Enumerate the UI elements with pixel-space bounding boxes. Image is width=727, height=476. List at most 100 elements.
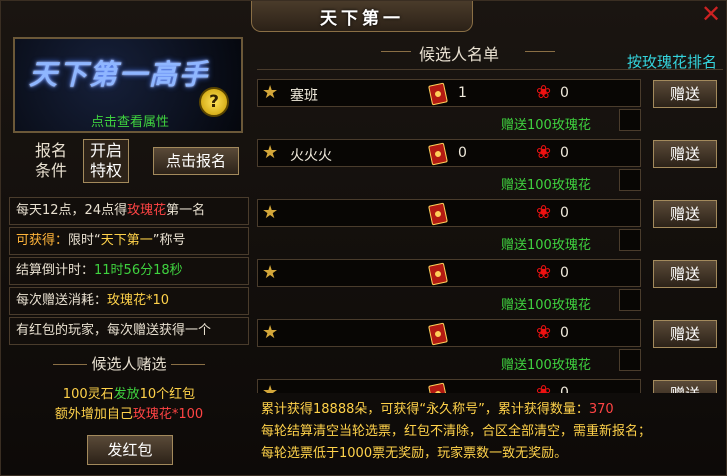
- title-bar: 天下第一: [251, 1, 473, 32]
- gift-button[interactable]: 赠送: [653, 260, 717, 288]
- rules-footer: 累计获得18888朵，可获得“永久称号”，累计获得数量：370 每轮结算清空当轮…: [255, 399, 725, 471]
- accumulated-count: 370: [588, 402, 614, 417]
- rose-count: 0: [560, 265, 569, 281]
- candidate-name-box: ★ 火火火 0 ❀ 0: [257, 139, 641, 167]
- gift-100-roses-checkbox[interactable]: [619, 289, 641, 311]
- gift-button[interactable]: 赠送: [653, 200, 717, 228]
- bet-bonus: 玫瑰花*100: [132, 407, 204, 422]
- signup-button[interactable]: 点击报名: [153, 147, 239, 175]
- title-logo-box: 天下第一高手 ? 点击查看属性: [13, 37, 243, 133]
- info-text: 有红包的玩家，每次赠送获得一个: [16, 323, 212, 338]
- gift-button[interactable]: 赠送: [653, 140, 717, 168]
- rank-by-roses-link[interactable]: 按玫瑰花排名: [627, 51, 717, 72]
- candidate-row: ★❀0赠送赠送100玫瑰花: [257, 379, 723, 393]
- bet-count: 10个红包: [139, 387, 196, 402]
- footer-highlight: 永久称号: [426, 402, 479, 417]
- footer-text: 每轮结算清空当轮选票，红包不清除，合区全部清空，需重新报名；: [261, 424, 652, 439]
- star-icon: ★: [262, 202, 279, 223]
- candidate-name-box: ★ 塞班 1 ❀ 0: [257, 79, 641, 107]
- rose-icon: ❀: [536, 202, 552, 223]
- bet-text: 额外增加自己: [54, 407, 133, 422]
- footer-text: 无奖励。: [515, 446, 568, 461]
- candidate-name-box: ★ ❀ 0: [257, 259, 641, 287]
- candidate-list: ★ 塞班 1 ❀ 0 赠送 赠送100玫瑰花 ★ 火火火 0 ❀ 0 赠送 赠送100玫瑰花 ★ ❀ 0 赠送 赠送…: [257, 79, 723, 393]
- gift-100-roses-checkbox[interactable]: [619, 229, 641, 251]
- star-icon: ★: [262, 142, 279, 163]
- candidate-name-box: ★ ❀ 0: [257, 199, 641, 227]
- help-icon[interactable]: ?: [199, 87, 229, 117]
- gift-button[interactable]: 赠送: [653, 80, 717, 108]
- info-text: 每天12点，24点得: [16, 203, 128, 218]
- signup-condition-label: 报名条件: [34, 141, 67, 180]
- star-icon: ★: [262, 82, 279, 103]
- info-highlight: 天下第一: [100, 233, 153, 248]
- bet-desc-line2: 额外增加自己玫瑰花*100: [9, 403, 249, 422]
- footer-line1: 累计获得18888朵，可获得“永久称号”，累计获得数量：370: [261, 399, 725, 421]
- red-packet-icon: [428, 322, 448, 346]
- countdown-value: 11时56分18秒: [94, 263, 183, 278]
- candidate-list-header: 候选人名单 按玫瑰花排名: [257, 37, 723, 72]
- red-packet-icon: [428, 82, 448, 106]
- info-text: ”称号: [152, 233, 186, 248]
- divider: [525, 51, 555, 52]
- divider: [53, 364, 88, 365]
- gift-button[interactable]: 赠送: [653, 380, 717, 393]
- gift-100-roses-label: 赠送100玫瑰花: [501, 238, 591, 253]
- info-text: 限时“: [68, 233, 101, 248]
- bet-cost: 100灵石: [62, 387, 114, 402]
- candidate-row: ★ 塞班 1 ❀ 0 赠送 赠送100玫瑰花: [257, 79, 723, 139]
- info-line-countdown: 结算倒计时：11时56分18秒: [9, 257, 249, 285]
- gift-100-roses-checkbox[interactable]: [619, 349, 641, 371]
- info-line-cost: 每次赠送消耗：玫瑰花*10: [9, 287, 249, 315]
- info-highlight: 玫瑰花: [127, 203, 167, 218]
- candidate-row: ★❀0 赠送赠送100玫瑰花: [257, 319, 723, 379]
- footer-line3: 每轮选票低于1000票无奖励，玩家票数一致无奖励。: [261, 443, 725, 465]
- info-text: 第一名: [166, 203, 206, 218]
- candidate-name: 火火火: [290, 148, 332, 164]
- info-line-reward-time: 每天12点，24点得玫瑰花第一名: [9, 197, 249, 225]
- candidate-row: ★ ❀ 0 赠送赠送100玫瑰花: [257, 259, 723, 319]
- rose-count: 0: [560, 85, 569, 101]
- close-icon[interactable]: ✕: [698, 1, 724, 27]
- view-attributes-link[interactable]: 点击查看属性: [91, 111, 169, 130]
- divider: [170, 364, 205, 365]
- info-label: 结算倒计时：: [16, 263, 95, 278]
- bet-section-header: 候选人赌选: [9, 354, 249, 374]
- footer-line2: 每轮结算清空当轮选票，红包不清除，合区全部清空，需重新报名；: [261, 421, 725, 443]
- footer-highlight: 玩家票数一致: [437, 446, 516, 461]
- red-packet-count: 1: [458, 85, 467, 101]
- red-packet-icon: [428, 262, 448, 286]
- gift-100-roses-checkbox[interactable]: [619, 109, 641, 131]
- gift-100-roses-label: 赠送100玫瑰花: [501, 298, 591, 313]
- candidate-name-box: ★ ❀ 0: [257, 319, 641, 347]
- rose-count: 0: [560, 145, 569, 161]
- gift-100-roses-checkbox[interactable]: [619, 169, 641, 191]
- rose-count: 0: [560, 205, 569, 221]
- gift-100-roses-label: 赠送100玫瑰花: [501, 118, 591, 133]
- footer-text: 每轮选票低于1000票无奖励，: [261, 446, 438, 461]
- left-panel: 天下第一高手 ? 点击查看属性 报名条件 开启特权 点击报名 每天12点，24点…: [9, 31, 249, 471]
- star-icon: ★: [262, 382, 279, 394]
- red-packet-icon: [428, 202, 448, 226]
- bet-text: 发放: [113, 387, 140, 402]
- rose-icon: ❀: [536, 262, 552, 283]
- rose-icon: ❀: [536, 142, 552, 163]
- candidate-list-title: 候选人名单: [419, 45, 500, 64]
- candidate-name-box: ★ ❀ 0: [257, 379, 641, 393]
- bet-desc-line1: 100灵石发放10个红包: [9, 383, 249, 402]
- red-packet-icon: [428, 142, 448, 166]
- gift-100-roses-label: 赠送100玫瑰花: [501, 358, 591, 373]
- star-icon: ★: [262, 262, 279, 283]
- right-panel: 候选人名单 按玫瑰花排名 ★ 塞班 1 ❀ 0 赠送 赠送100玫瑰花 ★ 火火火 0 ❀ 0 赠送 赠送…: [255, 31, 725, 471]
- rose-icon: ❀: [536, 322, 552, 343]
- rose-icon: ❀: [536, 82, 552, 103]
- ranking-window: 天下第一 ✕ 天下第一高手 ? 点击查看属性 报名条件 开启特权 点击报名 每天…: [0, 0, 727, 476]
- gift-button[interactable]: 赠送: [653, 320, 717, 348]
- footer-text: ”，累计获得数量：: [478, 402, 589, 417]
- privilege-tag: 开启特权: [83, 139, 129, 183]
- send-red-packet-button[interactable]: 发红包: [87, 435, 173, 465]
- bet-title: 候选人赌选: [91, 355, 167, 373]
- window-title: 天下第一: [320, 8, 404, 29]
- candidate-row: ★ ❀ 0 赠送赠送100玫瑰花: [257, 199, 723, 259]
- rose-count: 0: [560, 385, 569, 393]
